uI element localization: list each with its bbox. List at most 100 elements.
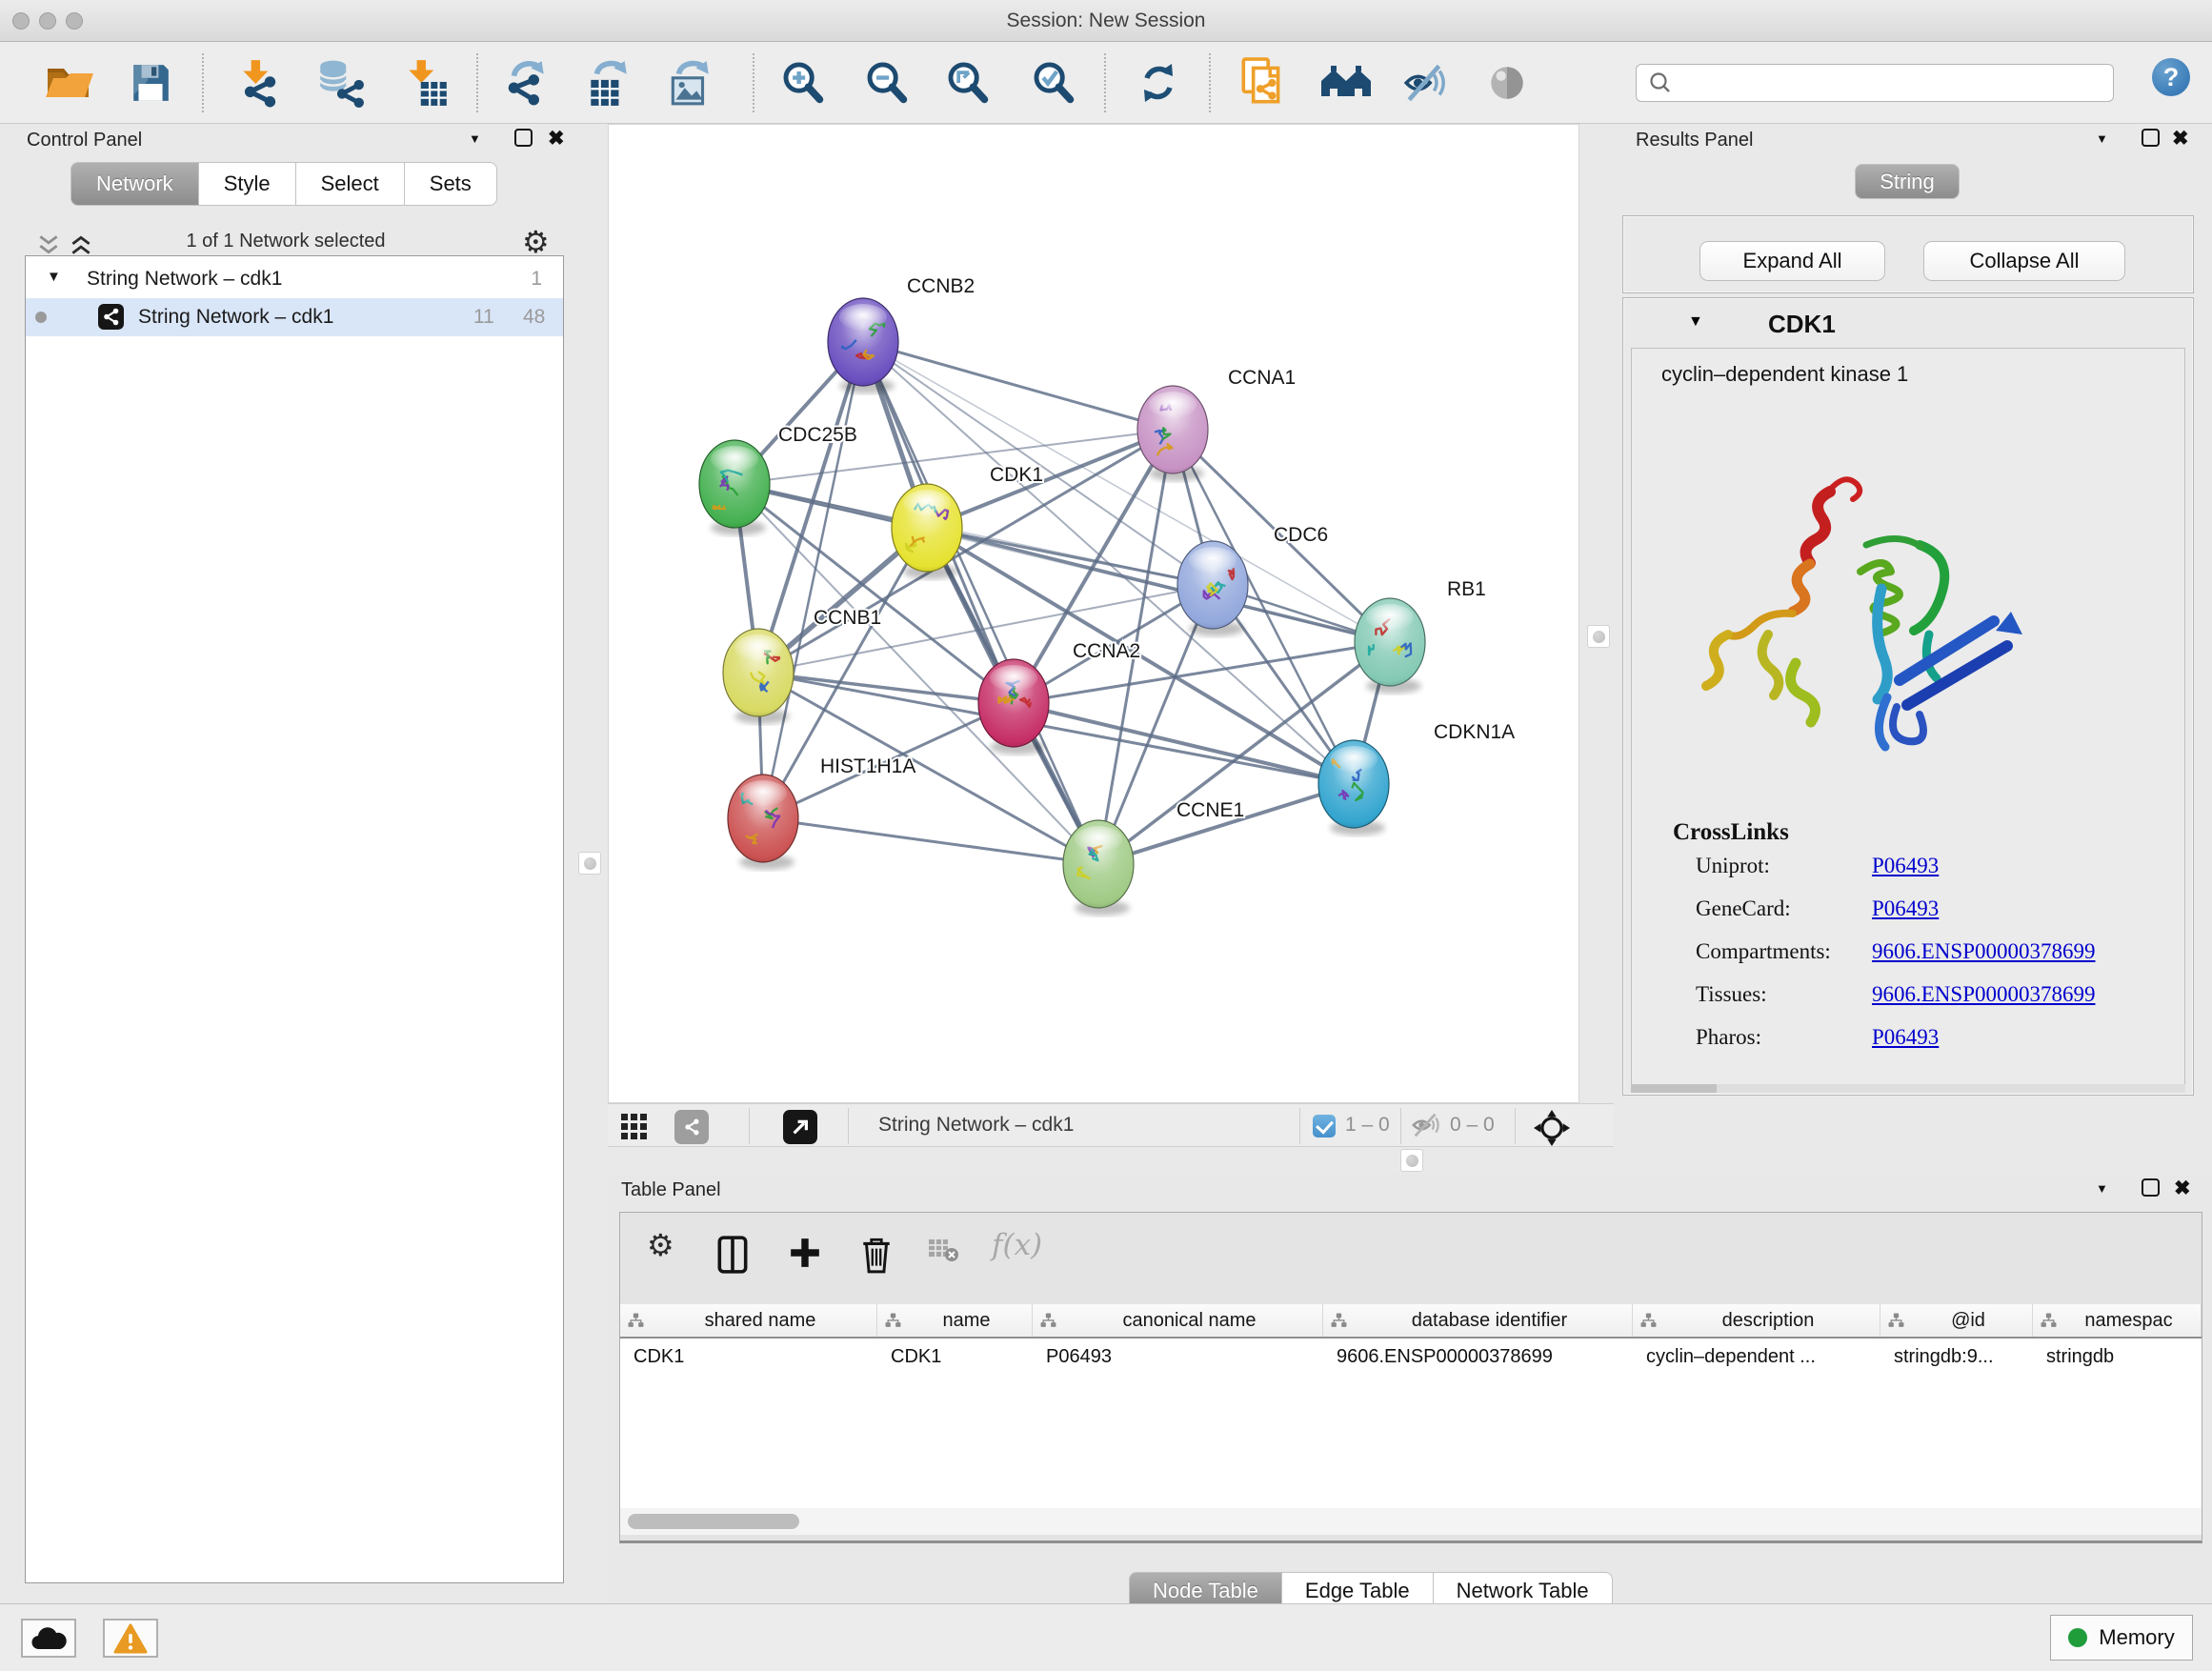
table-options-gear-icon[interactable]: ⚙ [647,1230,674,1260]
panel-menu-icon[interactable]: ▼ [2096,131,2108,146]
tab-style[interactable]: Style [199,162,296,206]
network-node-RB1[interactable] [1355,598,1425,694]
left-splitter-handle[interactable] [578,852,601,875]
minimize-window-icon[interactable] [39,12,56,30]
table-cell[interactable]: stringdb:9... [1880,1339,2033,1377]
zoom-in-icon[interactable] [776,55,830,111]
crosslink-link[interactable]: 9606.ENSP00000378699 [1872,939,2096,964]
table-cell[interactable]: P06493 [1033,1339,1323,1377]
crosslink-link[interactable]: 9606.ENSP00000378699 [1872,982,2096,1007]
tab-select[interactable]: Select [296,162,405,206]
network-edge[interactable] [863,342,1173,430]
table-row[interactable]: CDK1CDK1P064939606.ENSP00000378699cyclin… [620,1339,2202,1377]
bottom-splitter[interactable] [608,1147,2212,1174]
zoom-fit-icon[interactable] [941,55,995,111]
birdseye-navigator-icon[interactable] [1534,1110,1570,1146]
collapse-all-icon[interactable] [36,232,61,257]
panel-float-icon[interactable] [2142,129,2160,147]
network-edge[interactable] [1014,703,1354,784]
import-network-file-icon[interactable] [232,55,286,111]
detach-view-icon[interactable] [783,1110,817,1144]
delete-column-icon[interactable] [860,1236,893,1274]
tab-network[interactable]: Network [70,162,199,206]
create-column-icon[interactable] [788,1236,822,1270]
import-table-file-icon[interactable] [400,55,453,111]
tab-string[interactable]: String [1855,164,1960,199]
zoom-out-icon[interactable] [860,55,914,111]
expand-all-button[interactable]: Expand All [1699,241,1885,281]
show-columns-icon[interactable] [715,1236,750,1274]
network-node-CDK1[interactable] [892,484,962,579]
export-table-icon[interactable] [581,55,634,111]
save-session-icon[interactable] [124,55,177,111]
memory-button[interactable]: Memory [2050,1615,2193,1661]
panel-menu-icon[interactable]: ▼ [469,131,481,146]
network-view-mode-icon[interactable] [674,1110,709,1144]
close-window-icon[interactable] [12,12,30,30]
crosslink-link[interactable]: P06493 [1872,854,1939,878]
refresh-view-icon[interactable] [1132,55,1185,111]
column-header-description[interactable]: description [1633,1304,1880,1337]
network-node-CCNE1[interactable] [1063,820,1134,916]
network-node-CDC25B[interactable] [699,440,770,535]
results-scrollbar[interactable] [1631,1084,2185,1093]
network-node-CDKN1A[interactable] [1318,740,1389,836]
network-edge[interactable] [763,818,1098,864]
function-builder-icon[interactable]: f(x) [992,1228,1042,1262]
column-header-database-identifier[interactable]: database identifier [1323,1304,1633,1337]
panel-close-icon[interactable]: ✖ [548,129,565,149]
selected-items-checkbox[interactable] [1313,1115,1336,1137]
column-header-name[interactable]: name [877,1304,1033,1337]
hidden-items-eye-icon[interactable] [1410,1110,1442,1140]
network-edge[interactable] [758,673,1014,703]
panel-float-icon[interactable] [2142,1178,2160,1197]
network-options-gear-icon[interactable]: ⚙ [522,227,550,257]
network-canvas[interactable]: CCNB2CCNA1CDC25BCDK1CDC6RB1CCNB1CCNA2CDK… [608,124,1579,1103]
crosslink-link[interactable]: P06493 [1872,1025,1939,1050]
column-header-@id[interactable]: @id [1880,1304,2033,1337]
network-node-CCNA2[interactable] [978,659,1049,755]
hide-graphics-details-icon[interactable] [1399,55,1453,111]
column-header-namespac[interactable]: namespac [2033,1304,2202,1337]
export-image-icon[interactable] [663,55,716,111]
right-splitter[interactable] [1579,124,1619,1147]
panel-close-icon[interactable]: ✖ [2172,129,2189,149]
entry-header[interactable]: ▼ CDK1 [1623,298,2193,348]
expand-all-icon[interactable] [69,232,93,257]
export-network-icon[interactable] [500,55,553,111]
right-splitter-handle[interactable] [1587,625,1610,648]
entry-collapse-icon[interactable]: ▼ [1688,313,1703,331]
warnings-button[interactable] [103,1619,158,1658]
cloud-status-button[interactable] [21,1619,76,1658]
table-cell[interactable]: cyclin–dependent ... [1633,1339,1880,1377]
crosslink-link[interactable]: P06493 [1872,896,1939,921]
table-cell[interactable]: 9606.ENSP00000378699 [1323,1339,1633,1377]
left-splitter[interactable] [572,124,608,1603]
panel-float-icon[interactable] [514,129,533,147]
delete-table-icon[interactable] [927,1236,959,1264]
network-row[interactable]: String Network – cdk1 11 48 [26,298,563,336]
bottom-splitter-handle[interactable] [1400,1149,1423,1172]
open-session-icon[interactable] [43,55,96,111]
help-button[interactable]: ? [2152,58,2190,96]
import-network-database-icon[interactable] [313,55,367,111]
zoom-selected-icon[interactable] [1027,55,1080,111]
network-edge[interactable] [763,342,863,818]
network-collection-row[interactable]: ▼ String Network – cdk1 1 [26,262,563,298]
table-cell[interactable]: CDK1 [620,1339,877,1377]
collection-expand-icon[interactable]: ▼ [47,269,61,285]
grid-view-icon[interactable] [619,1110,650,1140]
network-node-CCNB1[interactable] [723,629,794,724]
column-header-shared-name[interactable]: shared name [620,1304,877,1337]
collapse-all-button[interactable]: Collapse All [1923,241,2125,281]
panel-menu-icon[interactable]: ▼ [2096,1181,2108,1196]
session-compare-icon[interactable] [1319,55,1373,111]
duplicate-network-icon[interactable] [1236,55,1289,111]
table-hscrollbar[interactable] [620,1508,2202,1535]
maximize-window-icon[interactable] [66,12,83,30]
search-input[interactable] [1680,67,2113,99]
column-header-canonical-name[interactable]: canonical name [1033,1304,1323,1337]
tab-sets[interactable]: Sets [405,162,497,206]
panel-close-icon[interactable]: ✖ [2174,1178,2191,1198]
network-node-CCNB2[interactable] [828,298,898,393]
